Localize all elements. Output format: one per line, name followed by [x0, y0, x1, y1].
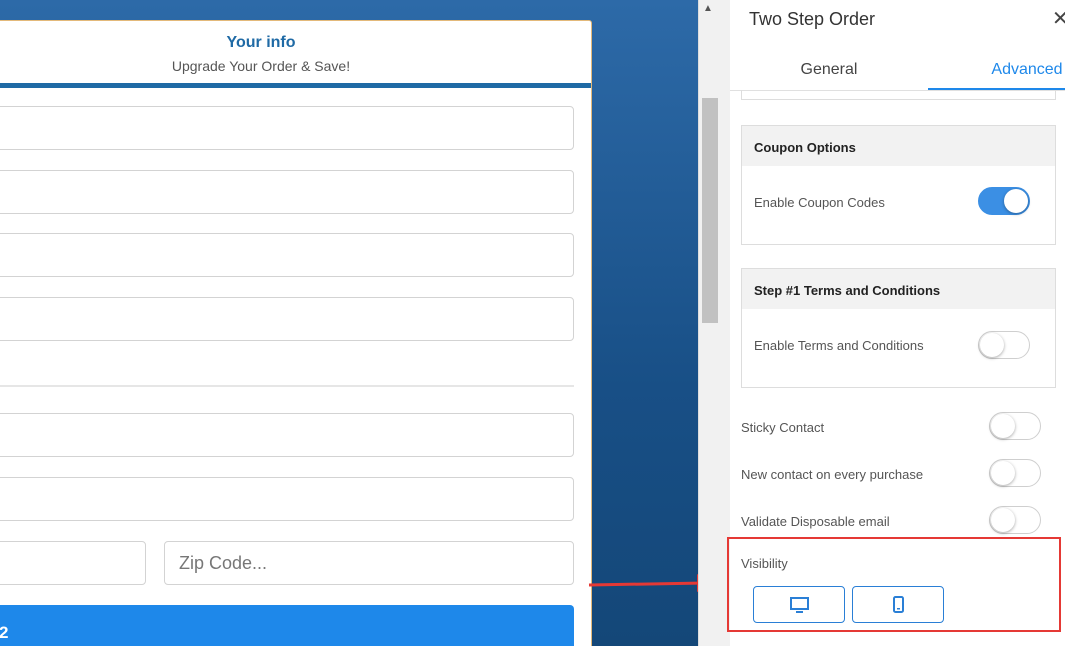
- validate-email-label: Validate Disposable email: [741, 514, 890, 529]
- new-contact-label: New contact on every purchase: [741, 467, 924, 482]
- terms-toggle[interactable]: [978, 331, 1030, 359]
- visibility-mobile-button[interactable]: [852, 586, 944, 623]
- coupon-options-title: Coupon Options: [754, 140, 856, 155]
- header-bar: [0, 83, 591, 88]
- coupon-options-header: Coupon Options: [742, 126, 1055, 166]
- form-field[interactable]: [0, 170, 574, 214]
- form-header: Your info Upgrade Your Order & Save!: [0, 21, 591, 87]
- form-field[interactable]: [0, 477, 574, 521]
- coupon-codes-label: Enable Coupon Codes: [754, 195, 885, 210]
- sticky-contact-toggle[interactable]: [989, 412, 1041, 440]
- tab-general[interactable]: General: [730, 56, 928, 90]
- form-divider: [0, 385, 574, 387]
- arrow-annotation: [588, 574, 698, 592]
- form-field[interactable]: [0, 106, 574, 150]
- coupon-options-box: Coupon Options Enable Coupon Codes: [741, 125, 1056, 245]
- form-field[interactable]: [0, 297, 574, 341]
- coupon-codes-toggle[interactable]: [978, 187, 1030, 215]
- sticky-contact-label: Sticky Contact: [741, 420, 825, 435]
- form-field[interactable]: [0, 413, 574, 457]
- terms-options-header: Step #1 Terms and Conditions: [742, 269, 1055, 309]
- previous-option-box: [741, 90, 1056, 100]
- panel-title: Two Step Order: [749, 9, 876, 29]
- visibility-label: Visibility: [741, 556, 788, 571]
- new-contact-toggle[interactable]: [989, 459, 1041, 487]
- desktop-icon: [790, 597, 809, 613]
- form-field[interactable]: [0, 233, 574, 277]
- submit-button[interactable]: 2: [0, 605, 574, 646]
- scrollbar[interactable]: ▲: [698, 0, 730, 646]
- settings-panel: Two Step Order ✕ General Advanced Coupon…: [727, 0, 1065, 646]
- scroll-thumb[interactable]: [702, 98, 718, 323]
- submit-button-label: 2: [0, 623, 9, 642]
- visibility-desktop-button[interactable]: [753, 586, 845, 623]
- terms-label: Enable Terms and Conditions: [754, 338, 924, 353]
- close-icon[interactable]: ✕: [1052, 6, 1065, 31]
- validate-email-toggle[interactable]: [989, 506, 1041, 534]
- terms-options-box: Step #1 Terms and Conditions Enable Term…: [741, 268, 1056, 388]
- zip-code-field[interactable]: Zip Code...: [164, 541, 574, 585]
- form-title: Your info: [226, 34, 296, 51]
- mobile-icon: [893, 596, 904, 613]
- scroll-up-icon[interactable]: ▲: [703, 3, 713, 14]
- form-field[interactable]: [0, 541, 146, 585]
- editor-canvas: Your info Upgrade Your Order & Save! Zip…: [0, 0, 698, 646]
- tab-advanced[interactable]: Advanced: [928, 56, 1065, 90]
- form-subtitle: Upgrade Your Order & Save!: [171, 58, 351, 74]
- form-card: Your info Upgrade Your Order & Save! Zip…: [0, 20, 592, 646]
- terms-options-title: Step #1 Terms and Conditions: [754, 283, 941, 298]
